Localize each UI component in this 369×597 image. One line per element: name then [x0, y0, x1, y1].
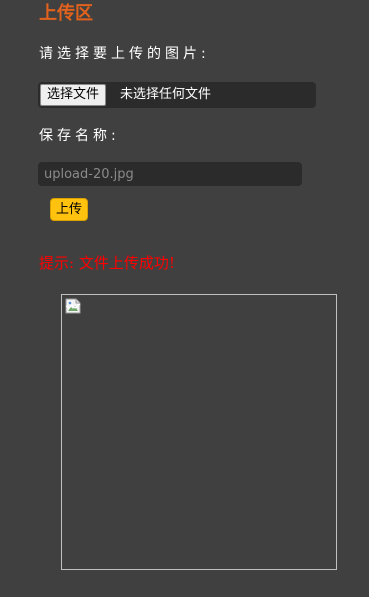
page-title: 上传区 [39, 3, 93, 24]
broken-image-icon [65, 298, 81, 314]
upload-success-tip: 提示: 文件上传成功! [39, 254, 175, 272]
upload-button[interactable]: 上传 [50, 198, 89, 221]
choose-image-label: 请选择要上传的图片: [39, 46, 210, 62]
file-status-text: 未选择任何文件 [120, 87, 212, 102]
save-name-input[interactable] [38, 162, 302, 186]
image-preview [61, 294, 337, 570]
save-name-label: 保存名称: [39, 128, 120, 144]
choose-file-button[interactable]: 选择文件 [40, 84, 107, 106]
file-input[interactable]: 选择文件 未选择任何文件 [38, 82, 316, 108]
